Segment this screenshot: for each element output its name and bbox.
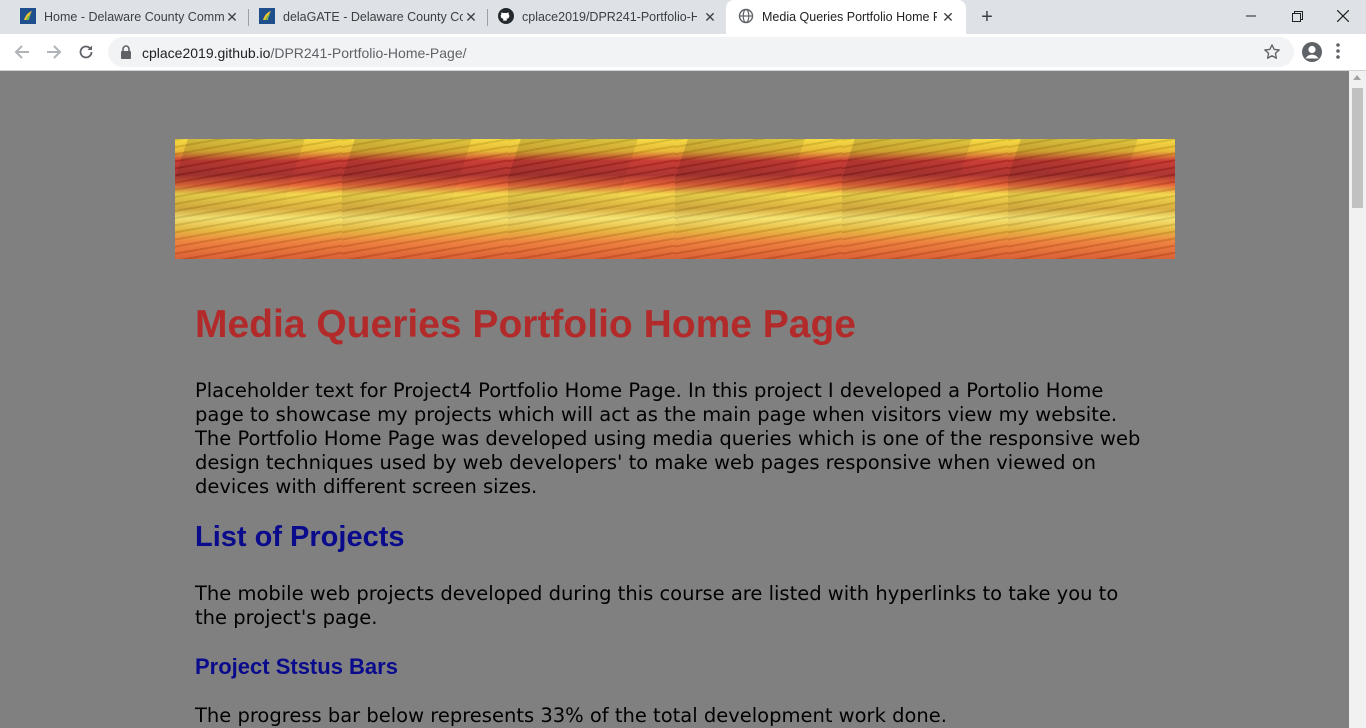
tab-strip: Home - Delaware County Comm ✕ delaGATE -… xyxy=(0,0,1366,34)
browser-tab-1[interactable]: Home - Delaware County Comm ✕ xyxy=(8,0,248,34)
reload-button[interactable] xyxy=(74,40,98,64)
new-tab-button[interactable]: + xyxy=(977,7,997,27)
header-banner-image xyxy=(175,139,1175,259)
banner-tile xyxy=(508,139,676,259)
vertical-scrollbar[interactable] xyxy=(1349,71,1366,728)
tab-title: Media Queries Portfolio Home Pa xyxy=(762,10,937,24)
github-icon xyxy=(498,8,514,24)
scroll-up-arrow-icon[interactable] xyxy=(1353,75,1361,80)
browser-tab-4-active[interactable]: Media Queries Portfolio Home Pa ✕ xyxy=(726,0,966,34)
banner-tile xyxy=(1008,139,1175,259)
back-button[interactable] xyxy=(10,40,34,64)
dccc-icon xyxy=(259,8,275,24)
banner-tile xyxy=(841,139,1009,259)
close-tab-icon[interactable]: ✕ xyxy=(224,9,240,25)
profile-avatar-icon[interactable] xyxy=(1301,41,1323,63)
restore-icon xyxy=(1291,10,1303,22)
projects-heading: List of Projects xyxy=(195,521,405,553)
tab-title: Home - Delaware County Comm xyxy=(44,10,225,24)
progress-description: The progress bar below represents 33% of… xyxy=(195,704,947,727)
close-tab-icon[interactable]: ✕ xyxy=(463,9,479,25)
more-menu-icon[interactable] xyxy=(1336,42,1340,60)
bookmark-star-icon[interactable] xyxy=(1263,43,1281,61)
globe-icon xyxy=(738,8,754,24)
banner-tile xyxy=(175,139,342,259)
dccc-icon xyxy=(20,8,36,24)
banner-tile xyxy=(341,139,509,259)
banner-tile xyxy=(675,139,842,259)
reload-icon xyxy=(79,45,93,59)
close-icon xyxy=(1337,10,1349,22)
arrow-left-icon xyxy=(14,45,29,59)
arrow-right-icon xyxy=(47,45,62,59)
url-path: /DPR241-Portfolio-Home-Page/ xyxy=(270,45,467,61)
forward-button[interactable] xyxy=(42,40,66,64)
url-host: cplace2019.github.io xyxy=(142,45,271,61)
page-title: Media Queries Portfolio Home Page xyxy=(195,303,856,346)
close-window-button[interactable] xyxy=(1320,0,1366,32)
scrollbar-thumb[interactable] xyxy=(1352,88,1363,208)
url-text[interactable]: cplace2019.github.io/DPR241-Portfolio-Ho… xyxy=(142,45,467,61)
restore-button[interactable] xyxy=(1274,0,1320,32)
browser-tab-2[interactable]: delaGATE - Delaware County Con ✕ xyxy=(247,0,487,34)
minimize-button[interactable] xyxy=(1228,0,1274,32)
projects-paragraph: The mobile web projects developed during… xyxy=(195,582,1119,629)
close-tab-icon[interactable]: ✕ xyxy=(940,9,956,25)
page-viewport: Media Queries Portfolio Home Page Placeh… xyxy=(0,71,1349,728)
minimize-icon xyxy=(1246,15,1256,17)
address-bar[interactable]: cplace2019.github.io/DPR241-Portfolio-Ho… xyxy=(108,37,1294,67)
status-bars-heading: Project Ststus Bars xyxy=(195,654,398,679)
intro-paragraph: Placeholder text for Project4 Portfolio … xyxy=(195,379,1141,498)
tab-title: delaGATE - Delaware County Con xyxy=(283,10,463,24)
browser-tab-3[interactable]: cplace2019/DPR241-Portfolio-Ho ✕ xyxy=(486,0,726,34)
lock-icon[interactable] xyxy=(120,45,132,59)
close-tab-icon[interactable]: ✕ xyxy=(702,9,718,25)
tab-title: cplace2019/DPR241-Portfolio-Ho xyxy=(522,10,697,24)
browser-toolbar: cplace2019.github.io/DPR241-Portfolio-Ho… xyxy=(0,34,1366,71)
